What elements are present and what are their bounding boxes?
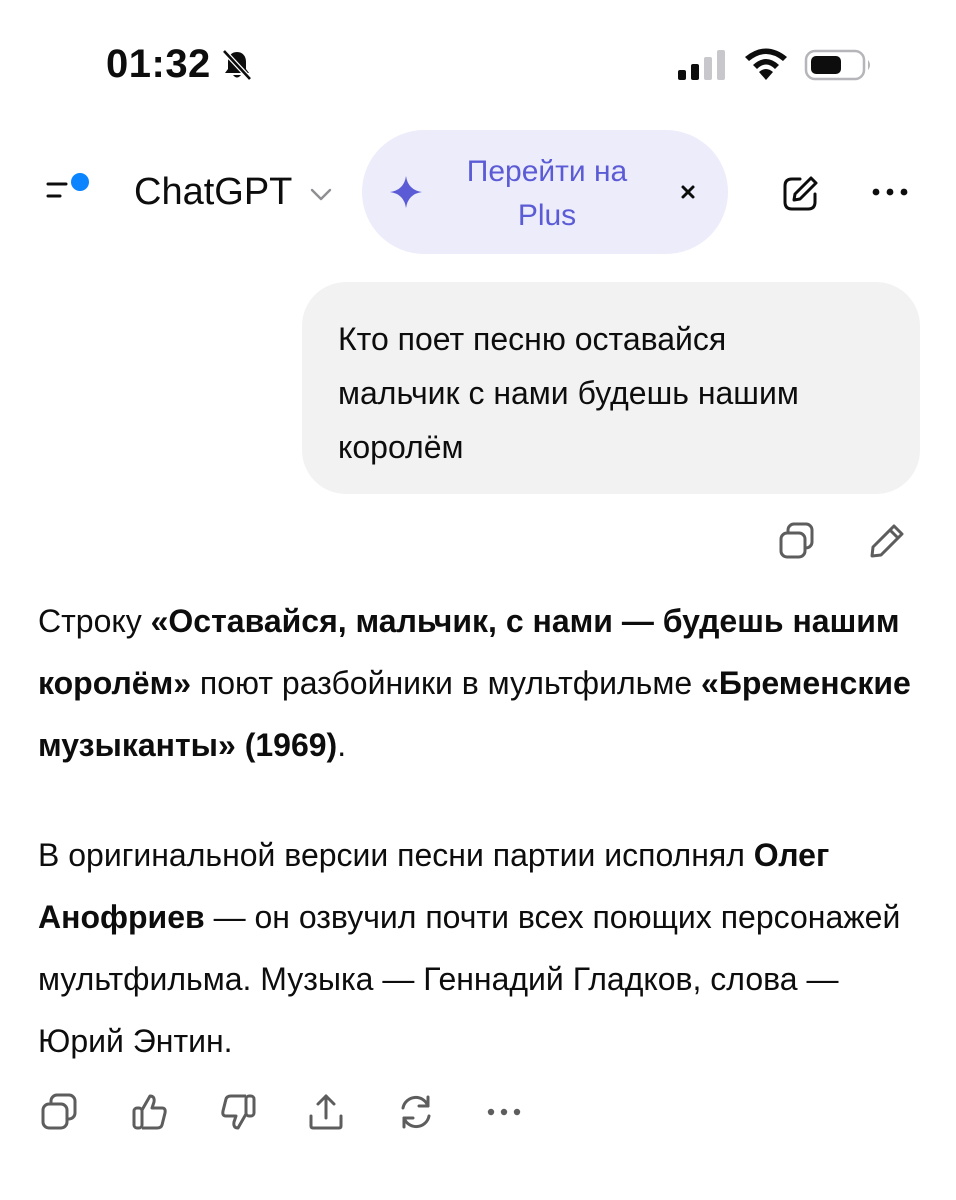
user-message-line: мальчик с нами будешь нашим <box>338 375 799 411</box>
text-span: . <box>337 727 347 763</box>
user-message-actions <box>770 518 920 564</box>
close-icon[interactable] <box>674 178 702 206</box>
bell-slash-icon <box>220 48 254 82</box>
sparkle-icon <box>388 174 424 210</box>
assistant-paragraph: В оригинальной версии песни партии испол… <box>38 824 928 1072</box>
copy-icon[interactable] <box>776 520 818 562</box>
chevron-down-icon[interactable] <box>306 182 336 206</box>
more-icon[interactable] <box>868 182 912 202</box>
chat-header: ChatGPT Перейти на Plus <box>0 130 956 255</box>
thumbs-up-icon[interactable] <box>128 1090 172 1134</box>
share-icon[interactable] <box>304 1090 348 1134</box>
upgrade-label-line2: Plus <box>517 199 577 232</box>
upgrade-label[interactable]: Перейти на Plus <box>442 150 652 238</box>
menu-icon[interactable] <box>44 170 96 210</box>
status-bar: 01:32 <box>0 0 956 130</box>
thumbs-down-icon[interactable] <box>216 1090 260 1134</box>
upgrade-plus-banner[interactable]: Перейти на Plus <box>362 130 728 254</box>
model-selector[interactable]: ChatGPT <box>134 171 292 214</box>
status-time: 01:32 <box>106 42 211 86</box>
user-message-line: королём <box>338 429 464 465</box>
text-span: В оригинальной версии песни партии испол… <box>38 837 754 873</box>
battery-icon <box>804 48 874 82</box>
cellular-signal-icon <box>678 50 728 80</box>
assistant-paragraph: Строку «Оставайся, мальчик, с нами — буд… <box>38 590 928 776</box>
regenerate-icon[interactable] <box>394 1090 438 1134</box>
text-span: Строку <box>38 603 151 639</box>
copy-icon[interactable] <box>38 1090 82 1134</box>
edit-pencil-icon[interactable] <box>866 520 908 562</box>
wifi-icon <box>742 46 790 82</box>
user-message-bubble: Кто поет песню оставайся мальчик с нами … <box>302 282 920 494</box>
user-message-line: Кто поет песню оставайся <box>338 321 727 357</box>
upgrade-label-line1: Перейти на <box>466 155 628 188</box>
assistant-message-actions <box>38 1090 538 1138</box>
assistant-message: Строку «Оставайся, мальчик, с нами — буд… <box>38 590 928 1072</box>
more-icon[interactable] <box>482 1090 526 1134</box>
text-span: поют разбойники в мультфильме <box>191 665 702 701</box>
new-chat-icon[interactable] <box>780 174 820 214</box>
